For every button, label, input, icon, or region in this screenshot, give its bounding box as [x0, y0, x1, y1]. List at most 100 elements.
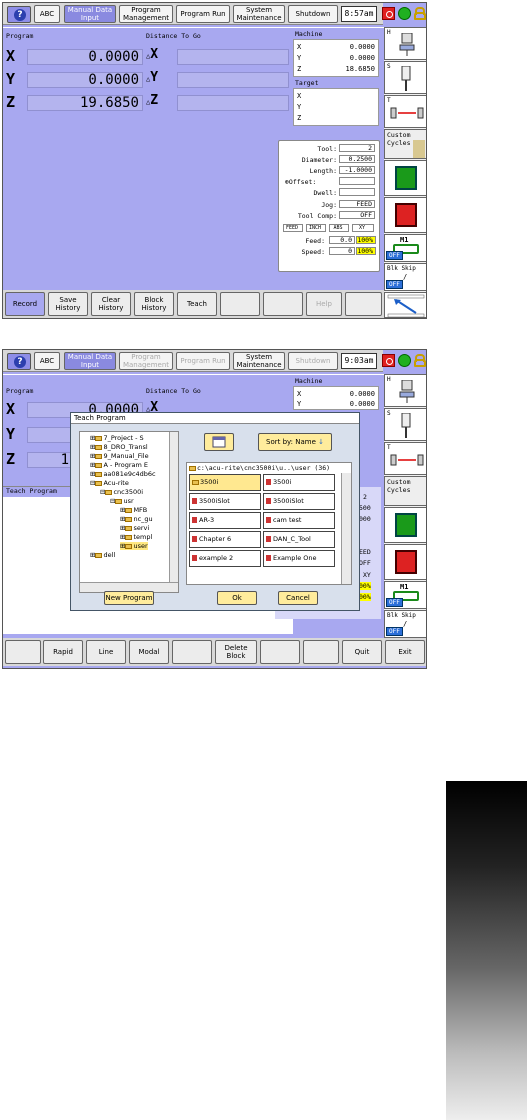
quit-button[interactable]: Quit [342, 640, 382, 664]
m1-button[interactable]: M1 OFF [384, 234, 426, 262]
file-item[interactable]: 3500iSlot [263, 493, 335, 510]
abc-button[interactable]: ABC [34, 352, 60, 370]
axis-z-label: Z [6, 93, 16, 111]
tab-system-maintenance[interactable]: System Maintenance [233, 5, 285, 23]
spindle-icon [401, 413, 411, 438]
teach-button[interactable]: Teach [177, 292, 217, 316]
tree-item[interactable]: ⊟ Acu-rite [90, 479, 129, 487]
empty-softkey [5, 640, 41, 664]
tree-item[interactable]: ⊟ usr [110, 497, 134, 505]
empty-softkey [260, 640, 300, 664]
dialog-title: Teach Program [71, 413, 359, 424]
m1-button[interactable]: M1 OFF [384, 581, 426, 609]
exit-button[interactable]: Exit [385, 640, 425, 664]
tab-manual-data-input[interactable]: Manual Data Input [64, 5, 116, 23]
s-button[interactable]: S [384, 61, 426, 94]
spindle-icon [401, 66, 411, 91]
axis-x-value: 0.0000 [88, 49, 139, 65]
tree-item[interactable]: ⊞ 9_Manual_File [90, 452, 149, 460]
file-item[interactable]: Example One [263, 550, 335, 567]
help-button[interactable]: ? [7, 6, 31, 23]
tab-program-management[interactable]: Program Management [119, 5, 173, 23]
file-item[interactable]: DAN_C_Tool [263, 531, 335, 548]
cycle-start-button[interactable] [384, 507, 426, 543]
tree-item[interactable]: ⊞ A - Program E [90, 461, 148, 469]
clear-history-button[interactable]: Clear History [91, 292, 131, 316]
target-box: X Y Z [293, 88, 379, 126]
lock-icon[interactable] [414, 7, 426, 20]
modal-button[interactable]: Modal [129, 640, 169, 664]
file-item[interactable]: AR-3 [189, 512, 261, 529]
ok-button[interactable]: Ok [217, 591, 257, 605]
tree-item[interactable]: ⊞ 7_Project - S [90, 434, 144, 442]
delete-block-button[interactable]: Delete Block [215, 640, 257, 664]
file-item[interactable]: example 2 [189, 550, 261, 567]
file-item[interactable]: 3500i [263, 474, 335, 491]
custom-cycles-button[interactable]: Custom Cycles [384, 476, 426, 506]
tree-item[interactable]: ⊞ aa081e9c4db6c [90, 470, 156, 478]
empty-softkey [345, 292, 382, 316]
empty-softkey [220, 292, 260, 316]
tree-item[interactable]: ⊞ templ [120, 533, 152, 541]
h-button[interactable]: H [384, 27, 426, 60]
tab-program-run[interactable]: Program Run [176, 5, 230, 23]
axis-y-label: Y [6, 70, 16, 88]
mode-xy: XY [352, 224, 374, 232]
custom-cycles-button[interactable]: Custom Cycles [384, 129, 426, 159]
file-item[interactable]: cam test [263, 512, 335, 529]
tree-item[interactable]: ⊞ MFB [120, 506, 147, 514]
file-item[interactable]: 3500i [189, 474, 261, 491]
shutdown-button[interactable]: Shutdown [288, 352, 338, 370]
help-softkey[interactable]: Help [306, 292, 342, 316]
feed-hold-button[interactable] [384, 544, 426, 580]
keyboard-button[interactable] [384, 292, 426, 318]
file-item[interactable]: Chapter 6 [189, 531, 261, 548]
axis-y-label: Y [6, 425, 16, 443]
estop-icon[interactable] [382, 354, 395, 367]
tree-item[interactable]: ⊞ servi [120, 524, 149, 532]
tree-item[interactable]: ⊞ 8_DRO_Transl [90, 443, 148, 451]
file-item[interactable]: 3500iSlot [189, 493, 261, 510]
block-skip-button[interactable]: Blk Skip / OFF [384, 263, 426, 291]
cancel-button[interactable]: Cancel [278, 591, 318, 605]
mode-inch: INCH [306, 224, 326, 232]
sort-by-name-button[interactable]: Sort by: Name ↓ [258, 433, 332, 451]
abc-button[interactable]: ABC [34, 5, 60, 23]
file-grid[interactable]: c:\acu-rite\cnc3500i\u..\user (36) 3500i… [186, 462, 352, 585]
target-label: Target [295, 79, 319, 87]
tab-program-management[interactable]: Program Management [119, 352, 173, 370]
estop-icon[interactable] [382, 7, 395, 20]
h-button[interactable]: H [384, 374, 426, 407]
machine-label: Machine [295, 377, 323, 385]
block-skip-button[interactable]: Blk Skip / OFF [384, 610, 426, 638]
tab-program-run[interactable]: Program Run [176, 352, 230, 370]
dtg-label: Distance To Go [146, 387, 201, 395]
lock-icon[interactable] [414, 354, 426, 367]
tree-vscrollbar[interactable] [169, 432, 178, 584]
keyboard-arrow-icon [387, 294, 425, 318]
folder-tree[interactable]: ⊞ 7_Project - S ⊞ 8_DRO_Transl ⊞ 9_Manual_F… [79, 431, 179, 593]
s-button[interactable]: S [384, 408, 426, 441]
feed-hold-button[interactable] [384, 197, 426, 233]
tree-item[interactable]: ⊞ nc_gu [120, 515, 153, 523]
tool-change-icon [390, 454, 424, 466]
cycle-start-button[interactable] [384, 160, 426, 196]
tree-item[interactable]: ⊞ dell [90, 551, 115, 559]
save-history-button[interactable]: Save History [48, 292, 88, 316]
tab-manual-data-input[interactable]: Manual Data Input [64, 352, 116, 370]
line-button[interactable]: Line [86, 640, 126, 664]
file-vscrollbar[interactable] [341, 473, 351, 584]
record-button[interactable]: Record [5, 292, 45, 316]
help-button[interactable]: ? [7, 353, 31, 370]
preview-button[interactable] [204, 433, 234, 451]
tab-system-maintenance[interactable]: System Maintenance [233, 352, 285, 370]
dtg-z-label: △Z [146, 93, 159, 108]
tree-item-selected[interactable]: ⊞ user [120, 542, 148, 550]
rapid-button[interactable]: Rapid [43, 640, 83, 664]
t-button[interactable]: T [384, 95, 426, 128]
block-history-button[interactable]: Block History [134, 292, 174, 316]
tree-item[interactable]: ⊟ cnc3500i [100, 488, 143, 496]
new-program-button[interactable]: New Program [104, 591, 154, 605]
t-button[interactable]: T [384, 442, 426, 475]
shutdown-button[interactable]: Shutdown [288, 5, 338, 23]
